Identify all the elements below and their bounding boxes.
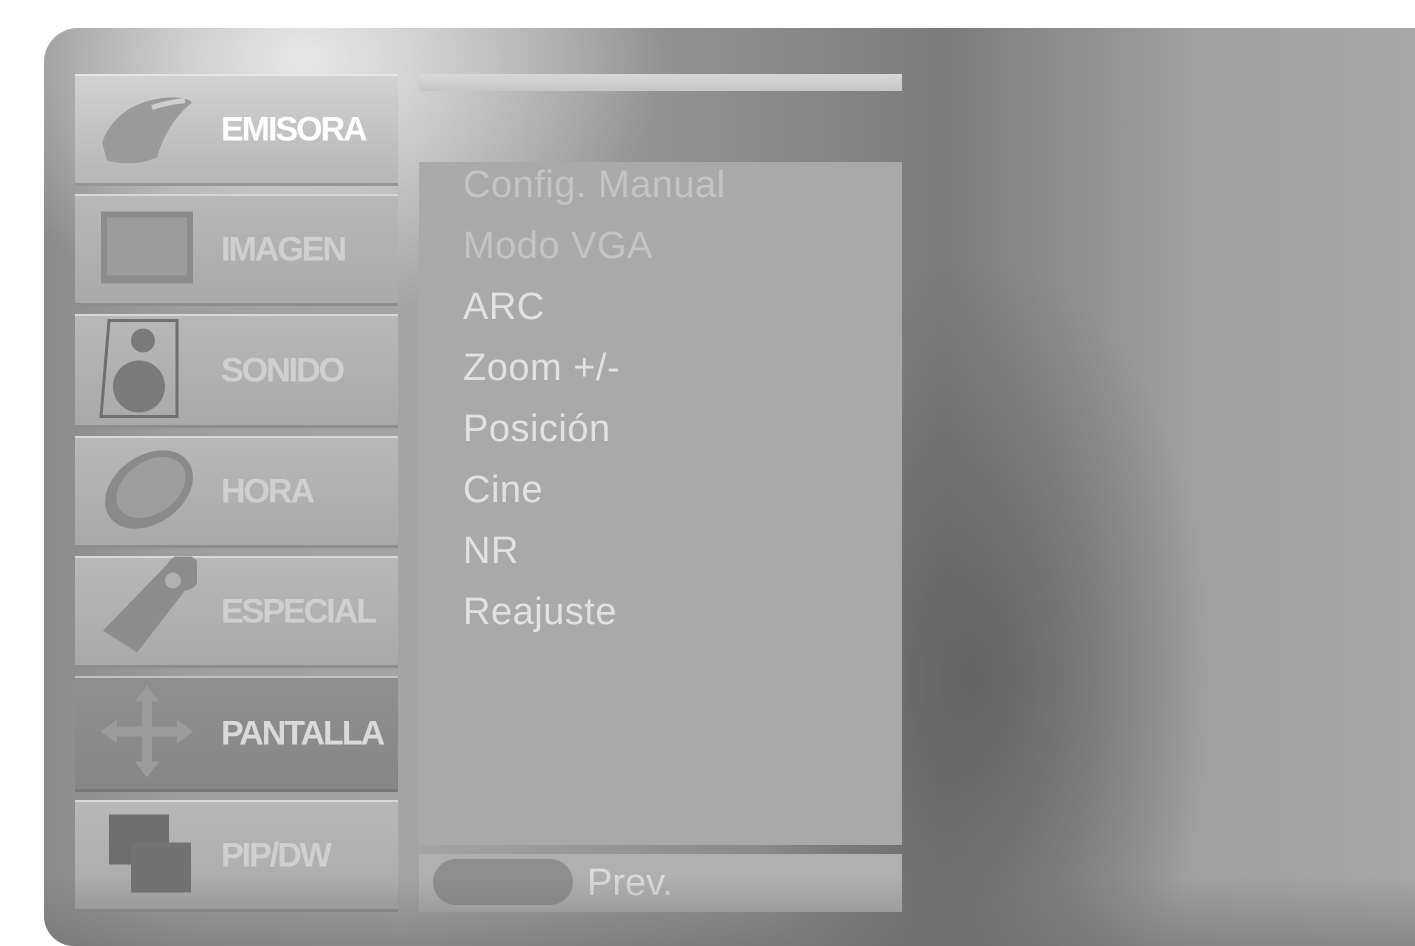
menu-label-especial: ESPECIAL	[221, 592, 377, 631]
menu-item-emisora[interactable]: EMISORA	[75, 74, 398, 186]
submenu-item-zoom[interactable]: Zoom +/-	[463, 347, 620, 390]
submenu-item-arc[interactable]: ARC	[463, 286, 545, 329]
menu-item-pip-dw[interactable]: PIP/DW	[75, 800, 398, 912]
menu-item-especial[interactable]: ESPECIAL	[75, 554, 398, 668]
submenu-item-modo-vga[interactable]: Modo VGA	[463, 225, 653, 268]
clock-icon	[97, 445, 201, 540]
submenu-item-config-manual[interactable]: Config. Manual	[463, 164, 726, 207]
menu-item-hora[interactable]: HORA	[75, 436, 398, 548]
speaker-icon	[97, 317, 183, 426]
submenu-header-bar	[419, 74, 902, 91]
submenu-panel: Config. Manual Modo VGA ARC Zoom +/- Pos…	[419, 162, 902, 845]
prev-button[interactable]	[433, 859, 573, 905]
satellite-icon	[97, 83, 197, 178]
menu-label-imagen: IMAGEN	[221, 230, 347, 269]
menu-label-hora: HORA	[221, 472, 315, 511]
submenu-item-posicion[interactable]: Posición	[463, 408, 611, 451]
menu-label-pip-dw: PIP/DW	[221, 836, 332, 875]
menu-item-pantalla[interactable]: PANTALLA	[75, 676, 398, 792]
footer-bar: Prev.	[419, 854, 902, 912]
menu-item-sonido[interactable]: SONIDO	[75, 314, 398, 428]
submenu-item-reajuste[interactable]: Reajuste	[463, 591, 617, 634]
pip-icon	[97, 809, 197, 904]
submenu-item-nr[interactable]: NR	[463, 530, 519, 573]
tv-screen: EMISORA IMAGEN SONIDO HORA ESPECIAL PANT…	[44, 28, 1415, 946]
prev-label: Prev.	[587, 862, 673, 904]
picture-icon	[97, 206, 197, 295]
menu-label-sonido: SONIDO	[221, 351, 345, 390]
menu-label-emisora: EMISORA	[221, 110, 368, 149]
submenu-item-cine[interactable]: Cine	[463, 469, 543, 512]
menu-label-pantalla: PANTALLA	[221, 714, 385, 753]
menu-item-imagen[interactable]: IMAGEN	[75, 194, 398, 306]
tag-icon	[97, 554, 202, 668]
move-arrows-icon	[97, 682, 197, 787]
